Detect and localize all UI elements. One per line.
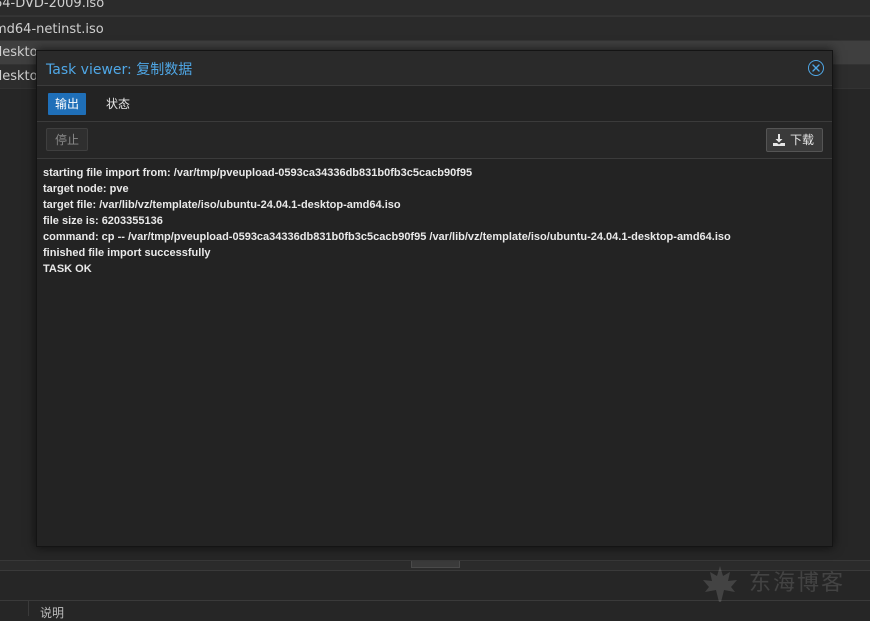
task-log-output[interactable]: starting file import from: /var/tmp/pveu…	[37, 159, 832, 546]
tab-bar: 输出 状态	[37, 86, 832, 122]
watermark-text: 东海博客	[749, 571, 846, 596]
log-line: file size is: 6203355136	[43, 215, 163, 227]
task-viewer-dialog: Task viewer: 复制数据 输出 状态 停止 下载 starting f…	[36, 50, 833, 547]
iso-list-row[interactable]: 64-DVD-2009.iso	[0, 0, 870, 16]
iso-filename: 64-DVD-2009.iso	[0, 0, 105, 11]
column-header-description[interactable]: 说明	[40, 604, 64, 621]
close-button[interactable]	[808, 60, 824, 76]
download-label: 下载	[789, 133, 814, 147]
iso-filename: md64-netinst.iso	[0, 22, 104, 37]
close-icon	[812, 64, 820, 72]
dialog-toolbar: 停止 下载	[37, 122, 832, 159]
column-divider	[28, 600, 29, 616]
dialog-header[interactable]: Task viewer: 复制数据	[37, 51, 832, 86]
stop-button[interactable]: 停止	[46, 128, 89, 151]
log-line: starting file import from: /var/tmp/pveu…	[43, 167, 473, 179]
dialog-title-prefix: Task viewer:	[46, 62, 137, 78]
log-line: finished file import successfully	[43, 247, 211, 259]
watermark: 东海博客	[700, 564, 845, 604]
log-line: target file: /var/lib/vz/template/iso/ub…	[43, 199, 401, 211]
splitter-handle[interactable]	[411, 561, 460, 568]
log-line: target node: pve	[43, 183, 129, 195]
log-line: command: cp -- /var/tmp/pveupload-0593ca…	[43, 231, 731, 243]
dialog-title: Task viewer: 复制数据	[46, 59, 192, 79]
download-icon	[772, 134, 785, 146]
maple-leaf-icon	[703, 566, 737, 602]
tab-status[interactable]: 状态	[99, 93, 137, 115]
download-button[interactable]: 下载	[765, 128, 823, 152]
tab-output[interactable]: 输出	[48, 93, 87, 115]
iso-filename: deskto	[0, 45, 38, 60]
iso-list-row[interactable]: md64-netinst.iso	[0, 16, 870, 41]
iso-filename: deskto	[0, 69, 38, 84]
log-line: TASK OK	[43, 263, 92, 275]
dialog-title-task: 复制数据	[136, 62, 193, 78]
